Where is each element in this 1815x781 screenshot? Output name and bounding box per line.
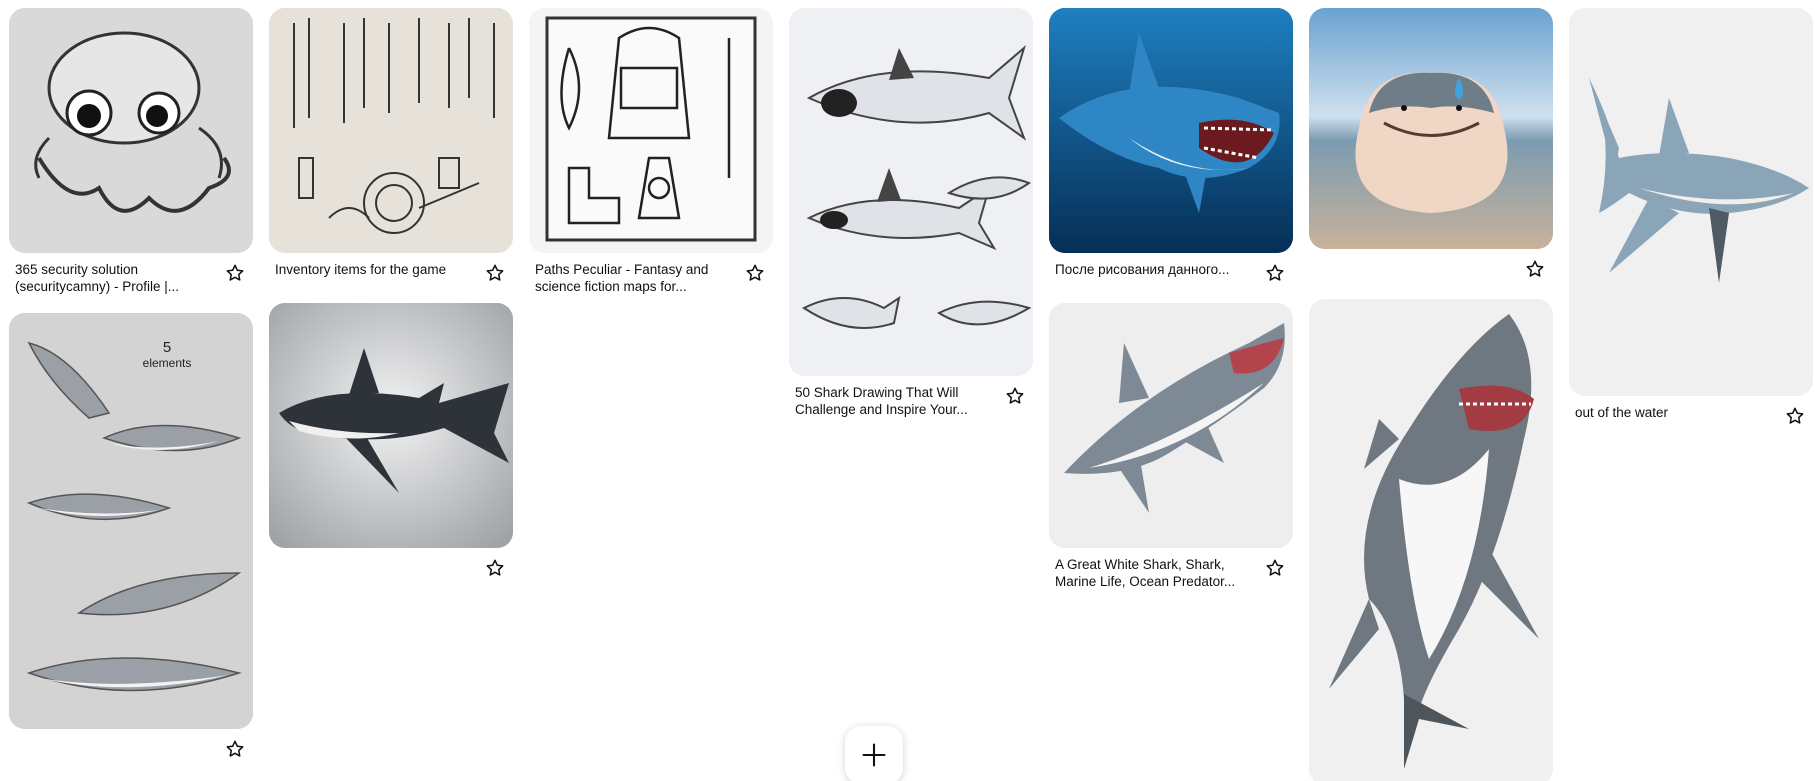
pin-card[interactable]: После рисования данного...	[1049, 8, 1293, 289]
element-count-label: elements	[142, 356, 192, 370]
backpack-sketch-art	[529, 8, 773, 253]
pin-meta: Inventory items for the game	[269, 253, 513, 289]
pin-image-blue-grey-shark[interactable]	[1569, 8, 1813, 396]
star-outline-icon[interactable]	[1523, 257, 1547, 281]
pin-image-weapons-sketch[interactable]	[269, 8, 513, 253]
pin-card[interactable]: A Great White Shark, Shark, Marine Life,…	[1049, 303, 1293, 594]
element-counter: 5 elements	[9, 339, 253, 370]
pin-title[interactable]: Paths Peculiar - Fantasy and science fic…	[535, 261, 735, 295]
star-outline-icon[interactable]	[483, 261, 507, 285]
blue-grey-shark-art	[1569, 8, 1813, 396]
pin-image-blue-shark[interactable]	[1049, 8, 1293, 253]
chubby-shark-art	[1309, 8, 1553, 249]
pin-image-shark-collage[interactable]: 5 elements	[9, 313, 253, 729]
dark-shark-art	[269, 303, 513, 548]
shark-collage-art	[9, 313, 253, 729]
pin-card[interactable]	[1309, 299, 1553, 781]
pin-card[interactable]: Inventory items for the game	[269, 8, 513, 289]
weapons-sketch-art	[269, 8, 513, 253]
pin-card[interactable]: Paths Peculiar - Fantasy and science fic…	[529, 8, 773, 299]
star-outline-icon[interactable]	[743, 261, 767, 285]
pin-meta	[9, 729, 253, 765]
pin-meta: После рисования данного...	[1049, 253, 1293, 289]
star-outline-icon[interactable]	[1003, 384, 1027, 408]
pin-card[interactable]	[269, 303, 513, 584]
pin-card[interactable]: 365 security solution (securitycamny) - …	[9, 8, 253, 299]
pin-title[interactable]: 50 Shark Drawing That Will Challenge and…	[795, 384, 995, 418]
pin-card[interactable]: out of the water	[1569, 8, 1813, 432]
pin-title[interactable]: После рисования данного...	[1055, 261, 1229, 278]
pin-image-dark-shark[interactable]	[269, 303, 513, 548]
star-outline-icon[interactable]	[1263, 261, 1287, 285]
board-column-4: 50 Shark Drawing That Will Challenge and…	[789, 8, 1033, 781]
pin-meta: out of the water	[1569, 396, 1813, 432]
pin-card[interactable]: 5 elements	[9, 313, 253, 765]
star-outline-icon[interactable]	[1783, 404, 1807, 428]
pin-image-octopus-sketch[interactable]	[9, 8, 253, 253]
plus-icon	[862, 743, 886, 767]
pin-image-chubby-shark[interactable]	[1309, 8, 1553, 249]
pin-meta: 365 security solution (securitycamny) - …	[9, 253, 253, 299]
octopus-sketch-art	[9, 8, 253, 253]
pin-image-tall-shark[interactable]	[1309, 299, 1553, 781]
tall-shark-art	[1309, 299, 1553, 781]
board-column-7: out of the water	[1569, 8, 1813, 781]
pin-title[interactable]: A Great White Shark, Shark, Marine Life,…	[1055, 556, 1255, 590]
pin-card[interactable]: 50 Shark Drawing That Will Challenge and…	[789, 8, 1033, 422]
star-outline-icon[interactable]	[483, 556, 507, 580]
pin-title[interactable]: 365 security solution (securitycamny) - …	[15, 261, 215, 295]
pin-meta	[1309, 249, 1553, 285]
pin-meta: 50 Shark Drawing That Will Challenge and…	[789, 376, 1033, 422]
board-column-5: После рисования данного... A Great White…	[1049, 8, 1293, 781]
white-shark-art	[1049, 303, 1293, 548]
pin-image-shark-sketches[interactable]	[789, 8, 1033, 376]
shark-sketches-art	[789, 8, 1033, 376]
star-outline-icon[interactable]	[223, 261, 247, 285]
pin-meta: A Great White Shark, Shark, Marine Life,…	[1049, 548, 1293, 594]
pin-meta: Paths Peculiar - Fantasy and science fic…	[529, 253, 773, 299]
board-column-6	[1309, 8, 1553, 781]
pin-meta	[269, 548, 513, 584]
board-column-2: Inventory items for the game	[269, 8, 513, 781]
pin-image-white-shark[interactable]	[1049, 303, 1293, 548]
pin-image-backpack-sketch[interactable]	[529, 8, 773, 253]
pin-card[interactable]	[1309, 8, 1553, 285]
pin-title[interactable]: out of the water	[1575, 404, 1668, 421]
board-column-1: 365 security solution (securitycamny) - …	[9, 8, 253, 781]
board-column-3: Paths Peculiar - Fantasy and science fic…	[529, 8, 773, 781]
pin-board: 365 security solution (securitycamny) - …	[0, 0, 1815, 781]
add-button[interactable]	[845, 726, 903, 781]
star-outline-icon[interactable]	[223, 737, 247, 761]
blue-shark-art	[1049, 8, 1293, 253]
element-count: 5	[162, 339, 172, 356]
star-outline-icon[interactable]	[1263, 556, 1287, 580]
pin-title[interactable]: Inventory items for the game	[275, 261, 446, 278]
